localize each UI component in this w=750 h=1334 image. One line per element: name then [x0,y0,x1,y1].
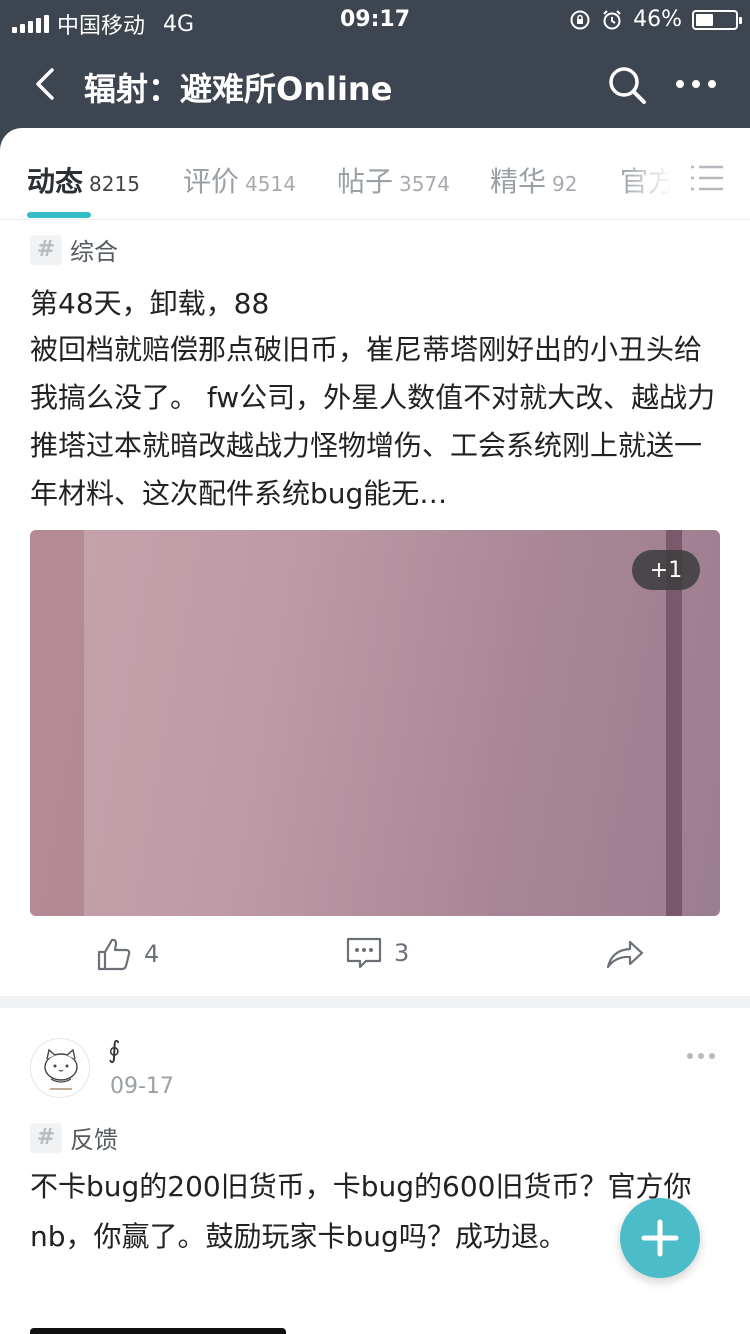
post-body[interactable]: 被回档就赔偿那点破旧币，崔尼蒂塔刚好出的小丑头给我搞么没了。 fw公司，外星人数… [30,326,720,518]
thumbs-up-icon [97,938,131,971]
post-tag[interactable]: # 反馈 [30,1120,118,1155]
tab-fade [620,128,750,218]
post-divider [0,996,750,1008]
tab-featured[interactable]: 精华 92 [490,160,577,200]
status-bar: 中国移动 4G 09:17 46% [0,0,750,40]
share-icon [606,940,644,969]
tab-bar: 动态 8215 评价 4514 帖子 3574 精华 92 官方 [0,128,750,220]
share-button[interactable] [606,936,644,970]
post-actions: 4 3 [0,936,750,986]
battery-icon [692,9,742,30]
more-dots-icon[interactable] [674,66,718,102]
tab-label: 帖子 [337,165,394,198]
image-strip-left [30,530,84,916]
post-tag-label: 综合 [70,238,118,266]
image-count-badge: +1 [632,550,700,590]
create-post-button[interactable] [620,1198,700,1278]
like-button[interactable]: 4 [96,936,159,972]
nav-bar: 辐射：避难所Online [0,52,750,116]
active-tab-indicator [27,212,91,218]
comment-count: 3 [394,939,410,967]
post-title[interactable]: 第48天，卸载，88 [30,282,269,322]
back-arrow-icon[interactable] [30,66,62,102]
comment-icon [346,937,382,969]
page-title: 辐射：避难所Online [84,70,393,108]
tab-count: 4514 [245,172,296,196]
post-tag-label: 反馈 [70,1126,118,1154]
battery-fill [696,13,713,26]
hash-icon: # [30,234,62,265]
comment-button[interactable]: 3 [346,936,409,970]
plus-icon [641,1219,679,1257]
alarm-icon [603,9,621,29]
tab-label: 动态 [27,165,84,198]
cat-avatar-icon [44,1048,78,1090]
hash-icon: # [30,1122,62,1153]
tab-posts[interactable]: 帖子 3574 [337,160,450,200]
tab-label: 评价 [183,165,240,198]
like-count: 4 [144,940,160,968]
post-date: 09-17 [110,1074,174,1099]
post-body[interactable]: 不卡bug的200旧货币，卡bug的600旧货币？官方你nb，你赢了。鼓励玩家卡… [30,1162,720,1262]
post-image[interactable]: +1 [30,530,720,916]
username[interactable]: ∮ [108,1036,121,1064]
tab-count: 3574 [399,172,450,196]
tab-count: 8215 [89,172,140,196]
battery-percent: 46% [633,7,682,32]
status-right: 46% [569,7,742,32]
tab-label: 精华 [490,165,547,198]
tab-dynamic[interactable]: 动态 8215 [27,160,140,200]
rotation-lock-icon [570,10,590,29]
tab-menu-icon[interactable] [690,164,724,192]
tab-reviews[interactable]: 评价 4514 [183,160,296,200]
content-sheet: 动态 8215 评价 4514 帖子 3574 精华 92 官方 # 综合 第4… [0,128,750,1334]
partial-image [30,1328,286,1334]
post-tag[interactable]: # 综合 [30,232,118,267]
tab-count: 92 [552,172,578,196]
avatar[interactable] [30,1038,90,1098]
search-icon[interactable] [606,64,648,106]
more-dots-icon[interactable] [686,1050,716,1062]
